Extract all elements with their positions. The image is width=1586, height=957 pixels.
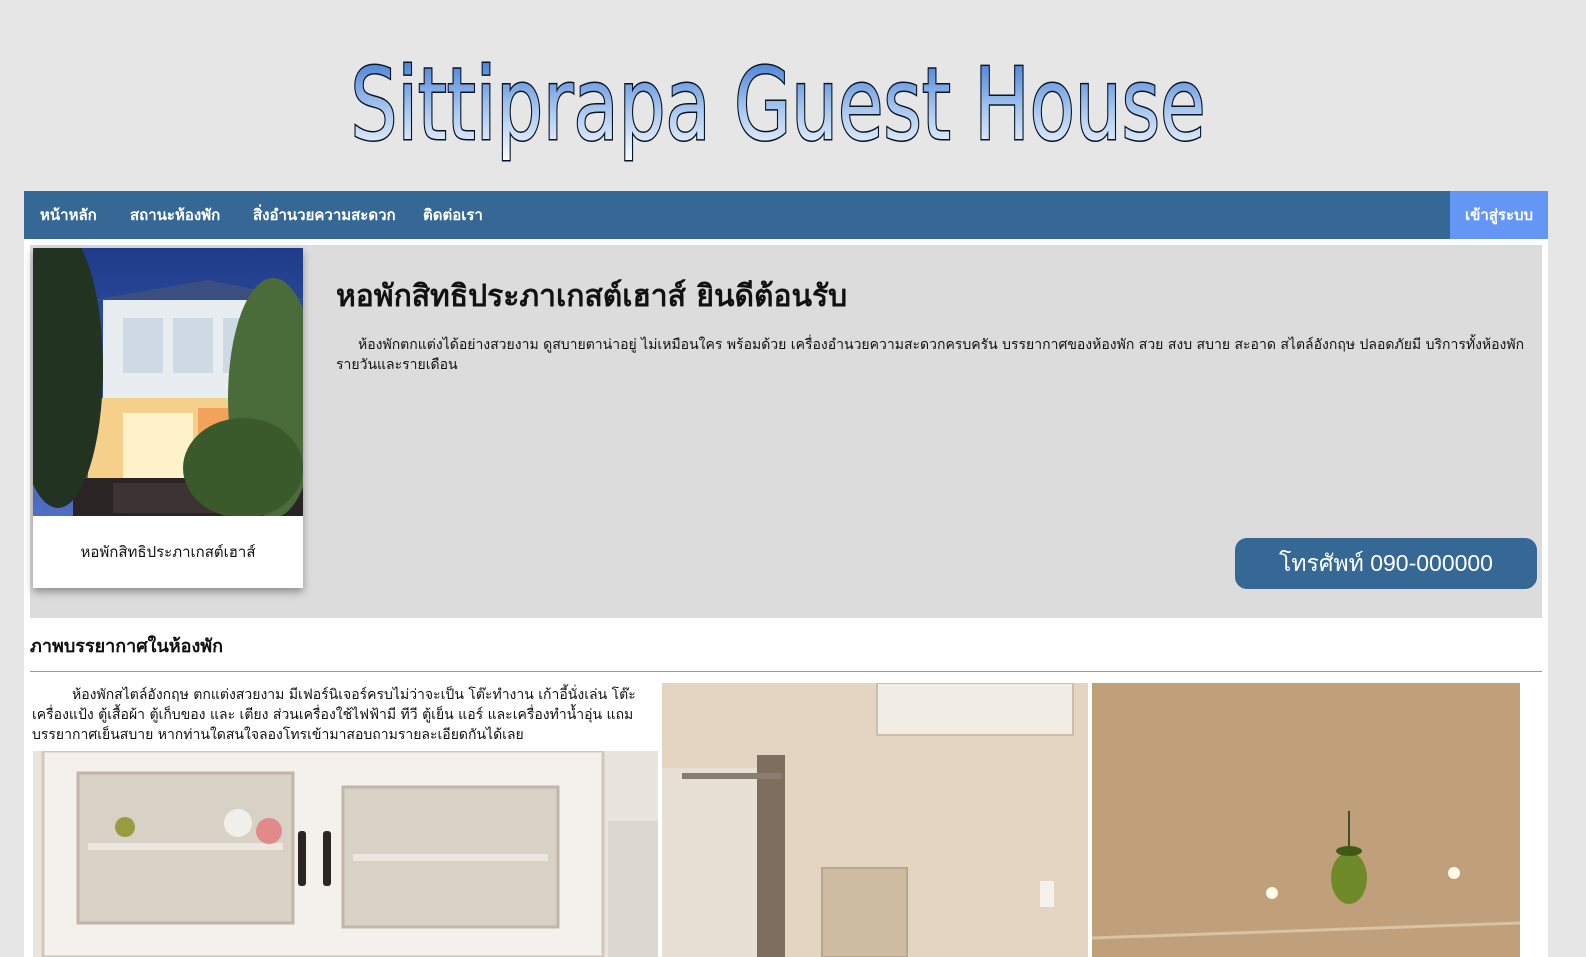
section-divider — [30, 671, 1542, 672]
nav-item-facilities[interactable]: สิ่งอำนวยความสะดวก — [253, 191, 396, 239]
room-photo-wall — [662, 683, 1088, 957]
nav-item-contact[interactable]: ติดต่อเรา — [423, 191, 483, 239]
nav-item-room-status[interactable]: สถานะห้องพัก — [130, 191, 220, 239]
hero-card: หอพักสิทธิประภาเกสต์เฮาส์ — [33, 248, 303, 588]
login-button[interactable]: เข้าสู่ระบบ — [1450, 191, 1548, 239]
hero-description: ห้องพักตกแต่งได้อย่างสวยงาม ดูสบายตาน่าอ… — [336, 337, 1525, 373]
hero-title: หอพักสิทธิประภาเกสต์เฮาส์ ยินดีต้อนรับ — [336, 279, 848, 314]
hero-photo-caption: หอพักสิทธิประภาเกสต์เฮาส์ — [80, 543, 256, 561]
nav-item-home[interactable]: หน้าหลัก — [40, 191, 97, 239]
phone-button[interactable]: โทรศัพท์ 090-000000 — [1235, 538, 1537, 589]
main-content: หอพักสิทธิประภาเกสต์เฮาส์ หอพักสิทธิประภ… — [24, 239, 1548, 957]
site-title-text: Sittiprapa Guest House — [351, 46, 1206, 163]
rooms-section-title: ภาพบรรยากาศในห้องพัก — [30, 636, 224, 657]
room-photo-ceiling — [1092, 683, 1520, 957]
room-photo-cabinet — [33, 751, 658, 957]
rooms-description: ห้องพักสไตล์อังกฤษ ตกแต่งสวยงาม มีเฟอร์น… — [32, 687, 636, 743]
hero-section: หอพักสิทธิประภาเกสต์เฮาส์ หอพักสิทธิประภ… — [30, 245, 1542, 618]
site-logo[interactable]: Sittiprapa Guest House — [0, 46, 1586, 166]
guesthouse-photo — [33, 248, 303, 516]
main-navbar: หน้าหลัก สถานะห้องพัก สิ่งอำนวยความสะดวก… — [24, 191, 1548, 239]
